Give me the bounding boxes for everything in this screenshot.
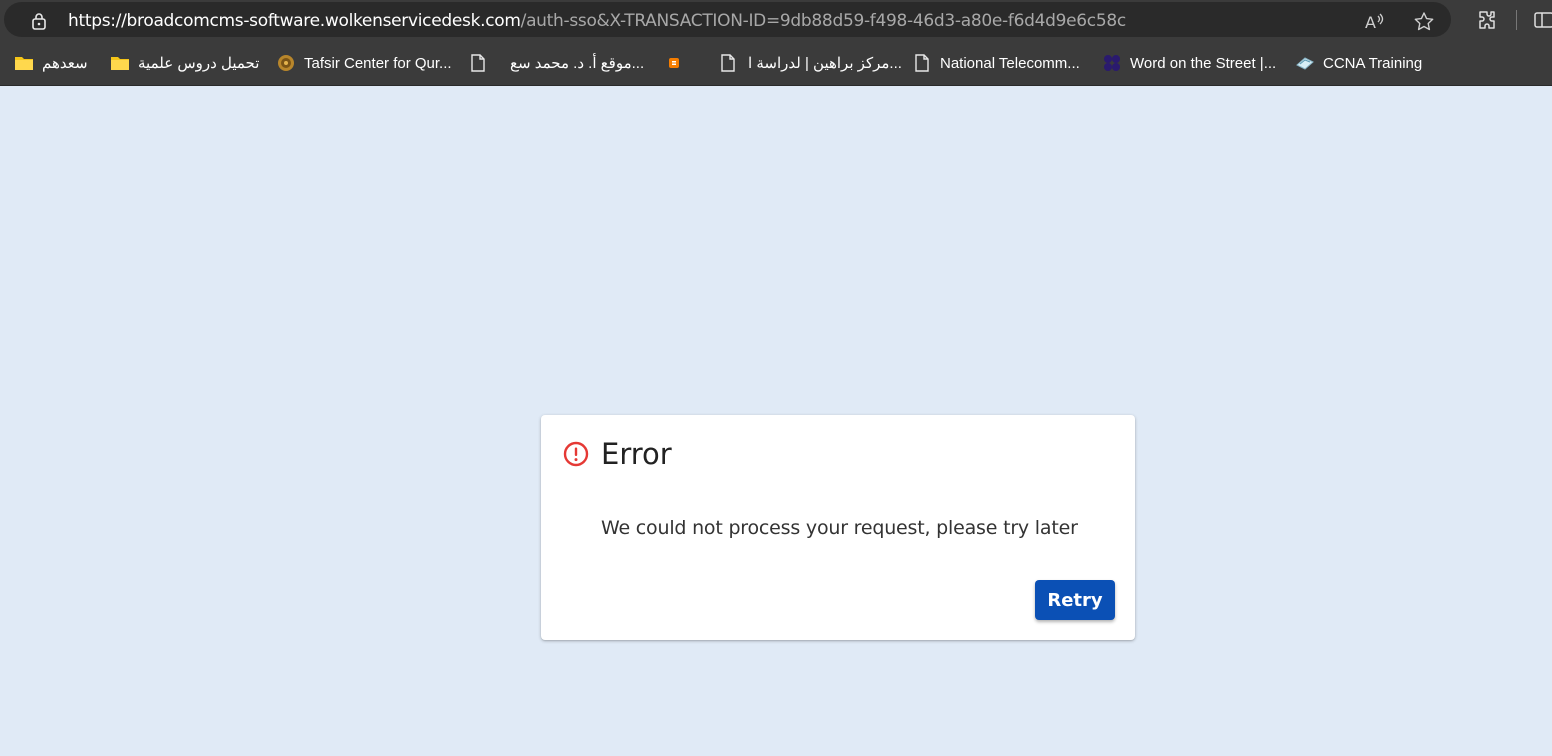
lock-icon[interactable]: [29, 11, 49, 31]
error-title: Error: [601, 437, 672, 471]
bookmark-blogger[interactable]: [664, 40, 692, 86]
star-icon[interactable]: [1412, 10, 1436, 34]
ccna-icon: [1296, 57, 1314, 70]
url-text[interactable]: https://broadcomcms-software.wolkenservi…: [68, 11, 1126, 31]
bookmark-label: Word on the Street |...: [1130, 54, 1277, 72]
bookmark-mohamed[interactable]: موقع أ. د. محمد سع...: [468, 40, 644, 86]
url-path: /auth-sso&X-TRANSACTION-ID=9db88d59-f498…: [520, 11, 1127, 31]
bookmark-folder-1[interactable]: سعدهم: [14, 40, 88, 86]
bookmark-label: CCNA Training: [1323, 54, 1423, 72]
bookmark-national-telecom[interactable]: National Telecomm...: [912, 40, 1080, 86]
folder-icon: [111, 57, 129, 70]
bookmark-barahin[interactable]: مركز براهين | لدراسة ا...: [718, 40, 902, 86]
bookmark-folder-2[interactable]: تحميل دروس علمية: [110, 40, 259, 86]
bookmark-label: تحميل دروس علمية: [138, 55, 260, 72]
bookmarks-bar: سعدهم تحميل دروس علمية Tafsir Center for…: [0, 40, 1552, 86]
bookmark-tafsir[interactable]: Tafsir Center for Qur...: [276, 40, 452, 86]
read-aloud-icon[interactable]: A: [1363, 10, 1387, 34]
retry-button[interactable]: Retry: [1035, 580, 1115, 620]
page-icon: [915, 54, 929, 72]
split-screen-icon[interactable]: [1533, 8, 1552, 32]
browser-toolbar: https://broadcomcms-software.wolkenservi…: [0, 0, 1552, 40]
extensions-icon[interactable]: [1475, 8, 1499, 32]
dots-logo-icon: [1104, 55, 1120, 71]
error-message: We could not process your request, pleas…: [601, 517, 1078, 539]
bookmark-ccna[interactable]: CCNA Training: [1295, 40, 1422, 86]
toolbar-divider: [1516, 10, 1517, 30]
bookmark-word-on-street[interactable]: Word on the Street |...: [1102, 40, 1276, 86]
bookmark-label: National Telecomm...: [940, 54, 1080, 72]
page-icon: [471, 54, 485, 72]
error-card: Error We could not process your request,…: [541, 415, 1135, 640]
bookmark-label: سعدهم: [42, 55, 88, 72]
url-host: https://broadcomcms-software.wolkenservi…: [68, 11, 521, 31]
svg-text:A: A: [1365, 13, 1376, 32]
page-icon: [721, 54, 735, 72]
bookmark-label: موقع أ. د. محمد سع...: [510, 55, 645, 72]
address-bar[interactable]: https://broadcomcms-software.wolkenservi…: [4, 2, 1451, 37]
blogger-icon: [669, 58, 679, 68]
bookmark-label: مركز براهين | لدراسة ا...: [748, 55, 902, 72]
folder-icon: [15, 57, 33, 70]
bookmark-label: Tafsir Center for Qur...: [304, 54, 452, 72]
site-logo-icon: [278, 55, 294, 71]
error-icon: [563, 441, 589, 467]
